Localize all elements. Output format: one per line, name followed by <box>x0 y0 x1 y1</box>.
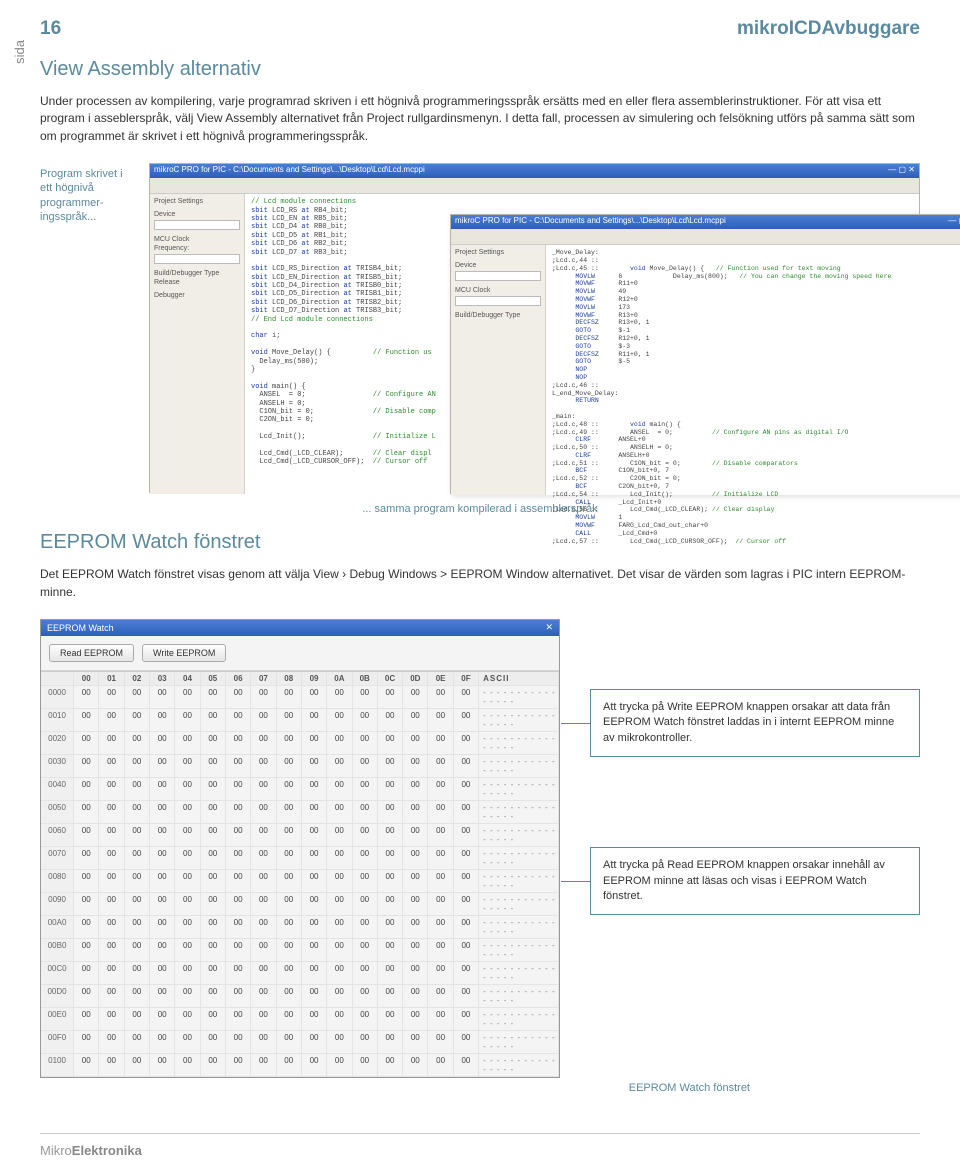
callout-write: Att trycka på Write EEPROM knappen orsak… <box>590 689 920 757</box>
footer-b2: Elektronika <box>72 1143 142 1158</box>
section1-body: Under processen av kompilering, varje pr… <box>40 93 920 145</box>
sb2-build: Build/Debugger Type <box>455 312 541 319</box>
win2-toolbar <box>451 229 960 245</box>
eeprom-window: EEPROM Watch ✕ Read EEPROM Write EEPROM … <box>40 619 560 1078</box>
sb2-device: Device <box>455 262 541 269</box>
read-eeprom-button[interactable]: Read EEPROM <box>49 644 134 662</box>
callout-read: Att trycka på Read EEPROM knappen orsaka… <box>590 847 920 915</box>
figure-row: Program skrivet i ett högnivå programmer… <box>40 163 920 493</box>
footer-divider <box>40 1133 920 1134</box>
eeprom-grid: 000102030405060708090A0B0C0D0E0FASCII000… <box>41 671 559 1077</box>
win2-titlebar: mikroC PRO for PIC - C:\Documents and Se… <box>451 215 960 229</box>
sb-dbg: Debugger <box>154 292 240 299</box>
win1-titlebar: mikroC PRO for PIC - C:\Documents and Se… <box>150 164 919 178</box>
eeprom-caption: EEPROM Watch fönstret <box>40 1082 920 1094</box>
sb-clock: MCU Clock <box>154 236 240 243</box>
eeprom-titlebar: EEPROM Watch ✕ <box>41 620 559 636</box>
eeprom-row: EEPROM Watch ✕ Read EEPROM Write EEPROM … <box>40 619 920 1078</box>
page-header-title: mikroICDAvbuggare <box>737 18 920 40</box>
eeprom-title: EEPROM Watch <box>47 623 114 633</box>
sb-device: Device <box>154 211 240 218</box>
sb2-proj: Project Settings <box>455 249 541 256</box>
footer-b1: Mikro <box>40 1143 72 1158</box>
win2-close-icons: — ▢ ✕ <box>948 216 960 228</box>
fig1-caption-left: Program skrivet i ett högnivå programmer… <box>40 163 135 224</box>
sb-build: Build/Debugger Type <box>154 270 240 277</box>
footer-brand: MikroElektronika <box>40 1143 142 1158</box>
win1-toolbar <box>150 178 919 194</box>
section2-body: Det EEPROM Watch fönstret visas genom at… <box>40 566 920 601</box>
eeprom-close-icon: ✕ <box>545 622 553 633</box>
section1-title: View Assembly alternativ <box>40 58 920 81</box>
screenshot-assembly: mikroC PRO for PIC - C:\Documents and Se… <box>450 214 960 494</box>
win2-editor: _Move_Delay:;Lcd.c,44 ::;Lcd.c,45 :: voi… <box>546 245 960 495</box>
sb-rel: Release <box>154 279 240 286</box>
side-page-label: sida <box>12 40 27 64</box>
screenshot-highlevel: mikroC PRO for PIC - C:\Documents and Se… <box>149 163 920 493</box>
sb-proj: Project Settings <box>154 198 240 205</box>
win1-sidebar: Project Settings Device MCU Clock Frequen… <box>150 194 245 494</box>
page-number: 16 <box>40 18 61 40</box>
win1-title: mikroC PRO for PIC - C:\Documents and Se… <box>154 165 425 177</box>
sb-freq: Frequency: <box>154 245 240 252</box>
win1-close-icons: — ▢ ✕ <box>888 165 915 177</box>
write-eeprom-button[interactable]: Write EEPROM <box>142 644 226 662</box>
win2-sidebar: Project Settings Device MCU Clock Build/… <box>451 245 546 495</box>
sb2-clock: MCU Clock <box>455 287 541 294</box>
win2-title: mikroC PRO for PIC - C:\Documents and Se… <box>455 216 726 228</box>
